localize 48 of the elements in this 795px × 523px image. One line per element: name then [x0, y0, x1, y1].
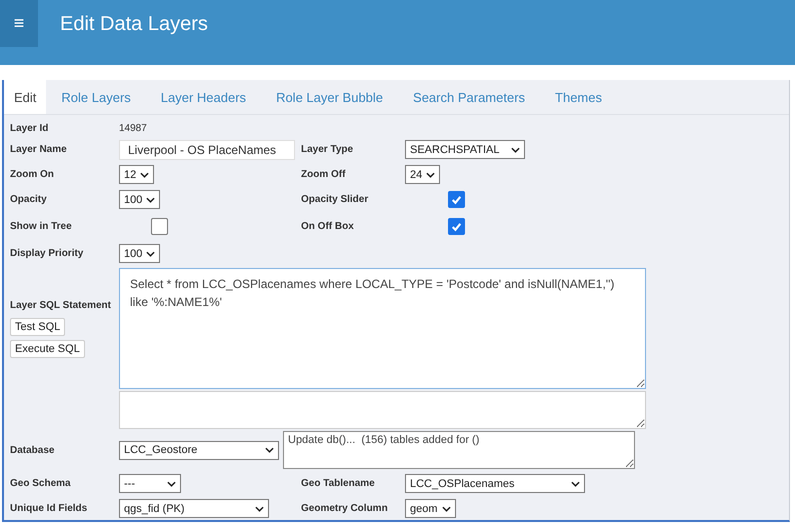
field-label: Geometry Column	[301, 503, 389, 514]
field-value: 14987	[119, 122, 147, 134]
field-label: Layer Name	[10, 144, 68, 155]
page-title: Edit Data Layers	[60, 13, 208, 36]
checkbox[interactable]	[151, 218, 168, 235]
dropdown[interactable]: 100	[119, 244, 160, 263]
dropdown[interactable]: 24	[405, 165, 440, 184]
chevron-icon	[140, 172, 150, 178]
chevron-icon	[167, 480, 176, 486]
field-label: Layer SQL Statement	[10, 300, 111, 310]
field-label: Geo Tablename	[301, 478, 376, 489]
field-label: Opacity	[10, 194, 48, 205]
dropdown[interactable]: ---	[119, 474, 181, 493]
field-label: Opacity Slider	[301, 194, 370, 205]
dropdown[interactable]: SEARCHSPATIAL	[405, 140, 525, 159]
sql-button[interactable]: Test SQL	[10, 318, 66, 336]
chevron-icon	[442, 506, 451, 512]
sql-button[interactable]: Execute SQL	[10, 340, 85, 358]
field-label: Database	[10, 444, 56, 456]
dropdown[interactable]: LCC_Geostore	[119, 440, 279, 460]
log-text-area[interactable]: Update db()... (156) tables added for ()	[283, 431, 635, 469]
field-label: Zoom On	[10, 169, 55, 180]
sql-text-area[interactable]: Select * from LCC_OSPlacenames where LOCAL_TYPE = 'Postcode' and isNull(NAME1,'') like '%:NAME1%'	[119, 268, 646, 389]
tab[interactable]: Edit	[4, 80, 46, 114]
field-label: Show in Tree	[10, 221, 73, 232]
checkbox[interactable]	[448, 218, 465, 235]
field-label: Geo Schema	[10, 478, 72, 489]
menu-button[interactable]: ≡	[0, 0, 38, 47]
chevron-icon	[426, 172, 436, 178]
chevron-icon	[146, 196, 156, 202]
chevron-icon	[571, 480, 580, 486]
dropdown[interactable]: geom	[405, 499, 456, 518]
dropdown[interactable]: LCC_OSPlacenames	[405, 474, 585, 493]
input-field[interactable]: Liverpool - OS PlaceNames	[119, 140, 295, 160]
field-label: Display Priority	[10, 248, 84, 259]
chevron-icon	[146, 250, 156, 256]
field-label: Layer Id	[10, 122, 50, 134]
dropdown[interactable]: qgs_fid (PK)	[119, 499, 269, 518]
chevron-icon	[255, 506, 264, 512]
chevron-icon	[265, 447, 274, 453]
field-label: On Off Box	[301, 221, 355, 232]
field-label: Zoom Off	[301, 169, 346, 180]
dropdown[interactable]: 100	[119, 190, 160, 209]
field-label: Layer Type	[301, 144, 354, 155]
field-label: Unique Id Fields	[10, 503, 88, 514]
chevron-icon	[511, 146, 520, 152]
checkbox[interactable]	[448, 191, 465, 208]
dropdown[interactable]: 12	[119, 165, 154, 184]
